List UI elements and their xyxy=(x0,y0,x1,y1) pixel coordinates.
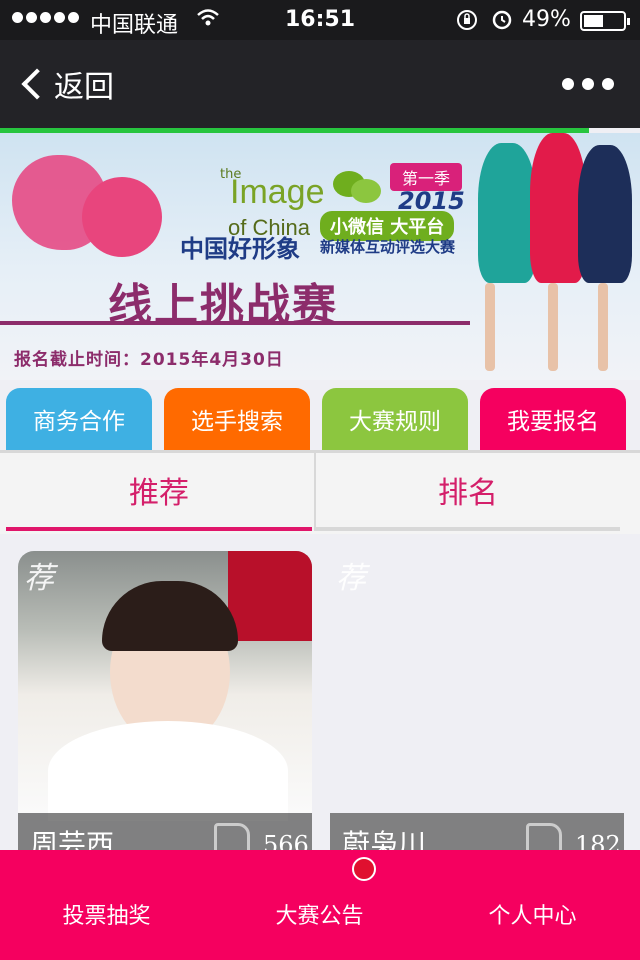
tab-profile[interactable]: 个人中心 xyxy=(426,898,639,930)
notification-dot xyxy=(352,857,376,881)
like-count: 566 xyxy=(263,831,309,851)
chevron-left-icon xyxy=(21,68,53,100)
banner-stripe xyxy=(0,321,470,325)
more-dots-icon[interactable] xyxy=(562,78,614,90)
back-label: 返回 xyxy=(54,70,114,105)
contestant-card[interactable]: 荐 蔚枭川 182 xyxy=(330,551,624,851)
contestant-photo xyxy=(18,551,312,821)
battery-percent: 49% xyxy=(522,7,571,32)
contest-banner[interactable]: the Image of China 中国好形象 第一季 2015 小微信 大平… xyxy=(0,133,640,380)
register-button[interactable]: 我要报名 xyxy=(480,388,626,450)
action-button-row: 商务合作 选手搜索 大赛规则 我要报名 xyxy=(0,380,640,450)
logo-faces-graphic xyxy=(12,155,162,265)
contestant-name: 周芸西 xyxy=(30,828,115,851)
rotation-lock-icon xyxy=(455,8,479,37)
contestant-info-bar: 蔚枭川 182 xyxy=(330,813,624,851)
wechat-icon xyxy=(333,167,383,205)
tab-ranking[interactable]: 排名 xyxy=(314,453,620,531)
recommended-tag: 荐 xyxy=(24,561,54,596)
business-cooperation-button[interactable]: 商务合作 xyxy=(6,388,152,450)
recommended-tag: 荐 xyxy=(336,561,366,596)
status-bar: 中国联通 16:51 49% xyxy=(0,0,640,40)
contestant-photo xyxy=(330,551,624,813)
navigation-bar: 返回 xyxy=(0,40,640,128)
list-tabs: 推荐 排名 xyxy=(0,450,640,534)
thumbs-up-icon[interactable] xyxy=(214,823,250,851)
contestant-search-button[interactable]: 选手搜索 xyxy=(164,388,310,450)
alarm-icon xyxy=(490,7,514,36)
tab-recommended[interactable]: 推荐 xyxy=(6,453,312,531)
contestant-card[interactable]: 荐 周芸西 566 xyxy=(18,551,312,851)
tab-vote-lottery[interactable]: 投票抽奖 xyxy=(0,898,213,930)
thumbs-up-icon[interactable] xyxy=(526,823,562,851)
back-button[interactable]: 返回 xyxy=(18,62,114,106)
battery-icon xyxy=(580,11,630,31)
logo-chinese-name: 中国好形象 xyxy=(180,235,300,263)
contestant-info-bar: 周芸西 566 xyxy=(18,813,312,851)
logo-image-text: Image xyxy=(230,173,325,211)
contest-subtitle: 新媒体互动评选大赛 xyxy=(320,238,456,256)
like-count: 182 xyxy=(575,831,621,851)
contest-rules-button[interactable]: 大赛规则 xyxy=(322,388,468,450)
tab-announcements[interactable]: 大赛公告 xyxy=(213,898,426,930)
contestant-grid: 荐 周芸西 566 荐 蔚枭川 182 xyxy=(0,534,640,854)
contestant-name: 蔚枭川 xyxy=(342,828,427,851)
deadline-text: 报名截止时间：2015年4月30日 xyxy=(14,350,284,370)
bottom-tab-bar: 投票抽奖 大赛公告 个人中心 xyxy=(0,850,640,960)
